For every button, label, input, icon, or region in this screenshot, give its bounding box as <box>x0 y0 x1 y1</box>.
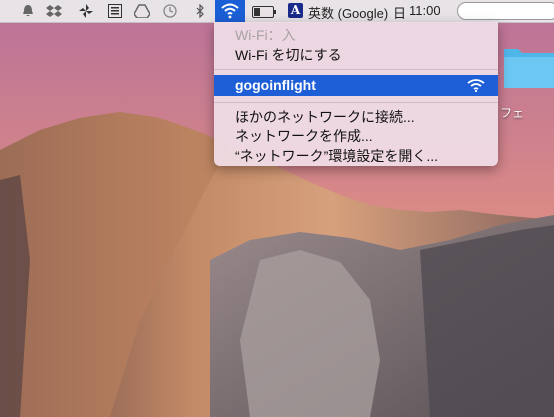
dropbox-icon[interactable] <box>46 3 62 19</box>
list-icon[interactable] <box>107 3 123 19</box>
wifi-signal-icon <box>467 79 485 92</box>
desktop-folder-label[interactable]: フェ <box>500 104 524 121</box>
pinwheel-icon[interactable] <box>78 3 94 19</box>
clock-day[interactable]: 日 <box>393 3 406 22</box>
time-machine-icon[interactable] <box>162 3 178 19</box>
join-other-network-item[interactable]: ほかのネットワークに接続... <box>235 107 415 127</box>
wifi-dropdown-menu: Wi-Fi：入 Wi-Fi を切にする gogoinflight ほかのネットワ… <box>214 22 498 166</box>
clock-time[interactable]: 11:00 <box>409 3 441 18</box>
open-network-prefs-item[interactable]: “ネットワーク”環境設定を開く... <box>235 146 438 166</box>
wifi-toggle-item[interactable]: Wi-Fi を切にする <box>235 45 342 65</box>
menu-separator <box>214 69 498 70</box>
network-item-gogoinflight[interactable]: gogoinflight <box>214 75 498 96</box>
wifi-menu-button[interactable] <box>215 0 245 22</box>
desktop-folder-icon[interactable] <box>500 43 554 88</box>
menu-bar: A 英数 (Google) 日 11:00 <box>0 0 554 23</box>
notification-icon[interactable] <box>20 3 36 19</box>
create-network-item[interactable]: ネットワークを作成... <box>235 126 373 146</box>
input-method-icon[interactable]: A <box>288 3 303 18</box>
network-name: gogoinflight <box>235 77 316 93</box>
google-drive-icon[interactable] <box>134 3 150 19</box>
menu-separator <box>214 102 498 103</box>
bluetooth-icon[interactable] <box>192 3 208 19</box>
battery-icon[interactable] <box>252 6 276 18</box>
search-icon[interactable] <box>457 2 554 20</box>
input-method-label[interactable]: 英数 (Google) <box>308 3 388 22</box>
wifi-icon <box>221 3 239 19</box>
wifi-status: Wi-Fi：入 <box>235 27 296 43</box>
